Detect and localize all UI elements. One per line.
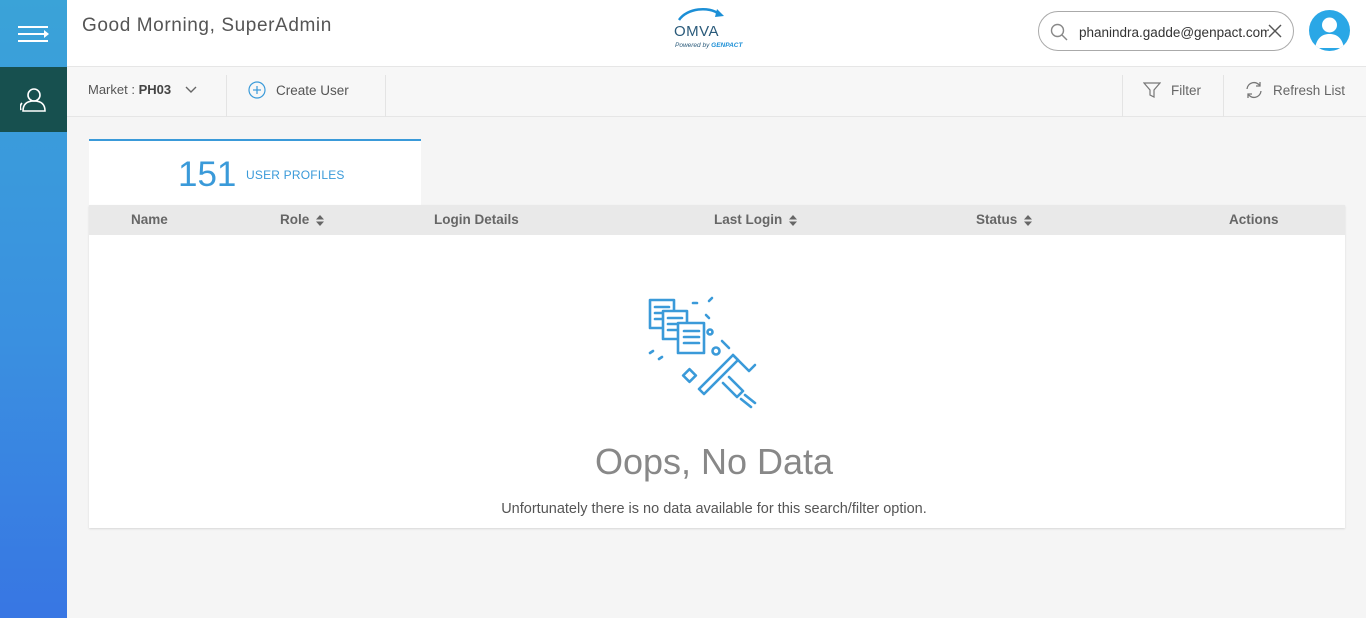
column-header-name: Name — [131, 212, 168, 227]
user-avatar-icon — [1315, 17, 1344, 48]
toolbar: Market : PH03 Create User Filter Refresh… — [67, 67, 1366, 117]
no-data-icon — [648, 296, 757, 409]
column-label: Actions — [1229, 212, 1279, 227]
column-header-actions: Actions — [1229, 212, 1279, 227]
logo-name: OMVA — [674, 23, 720, 40]
chevron-down-icon — [185, 86, 197, 93]
toolbar-divider — [226, 75, 227, 117]
logo-tagline-prefix: Powered by — [675, 42, 710, 49]
refresh-list-label: Refresh List — [1273, 82, 1346, 98]
sort-icon — [1024, 214, 1033, 226]
market-label: Market : — [88, 82, 139, 97]
greeting-text: Good Morning, SuperAdmin — [82, 15, 332, 36]
create-user-button[interactable]: Create User — [248, 79, 349, 101]
logo-tagline-brand: GENPACT — [711, 42, 743, 49]
column-header-last-login[interactable]: Last Login — [714, 212, 798, 227]
column-label: Login Details — [434, 212, 519, 227]
column-label: Status — [976, 212, 1018, 227]
refresh-list-button[interactable]: Refresh List — [1244, 79, 1345, 101]
column-header-status[interactable]: Status — [976, 212, 1033, 227]
search-box — [1038, 11, 1294, 51]
avatar[interactable] — [1309, 10, 1350, 51]
sort-icon — [316, 214, 325, 226]
column-header-role[interactable]: Role — [280, 212, 325, 227]
toolbar-divider — [1223, 75, 1224, 117]
sidebar-item-users[interactable] — [0, 67, 67, 132]
table-header: Name Role Login Details Last Login Statu… — [89, 205, 1345, 235]
close-icon[interactable] — [1268, 24, 1282, 38]
refresh-icon — [1246, 81, 1262, 99]
user-profiles-count: 151 — [178, 155, 237, 194]
search-icon — [1050, 23, 1068, 41]
users-icon — [19, 87, 46, 112]
omva-logo: OMVA Powered by GENPACT — [674, 6, 764, 56]
create-user-label: Create User — [276, 82, 349, 98]
column-header-login-details: Login Details — [434, 212, 519, 227]
search-input[interactable] — [1079, 22, 1269, 42]
empty-state-description: Unfortunately there is no data available… — [501, 501, 927, 517]
empty-state-title: Oops, No Data — [594, 441, 834, 482]
column-label: Name — [131, 212, 168, 227]
column-label: Role — [280, 212, 310, 227]
logo-tagline: Powered by GENPACT — [675, 42, 742, 49]
sidebar — [0, 0, 67, 618]
user-table: Name Role Login Details Last Login Statu… — [89, 205, 1345, 528]
menu-toggle-button[interactable] — [0, 0, 67, 67]
filter-label: Filter — [1171, 82, 1201, 98]
market-value: PH03 — [138, 82, 172, 97]
plus-circle-icon — [248, 81, 266, 99]
filter-icon — [1143, 82, 1161, 98]
toolbar-divider — [1122, 75, 1123, 117]
column-label: Last Login — [714, 212, 783, 227]
hamburger-icon — [17, 25, 49, 42]
toolbar-divider — [385, 75, 386, 117]
market-dropdown[interactable]: Market : PH03 — [88, 82, 197, 97]
tab-user-profiles[interactable]: 151 USER PROFILES — [89, 139, 421, 206]
top-header: Good Morning, SuperAdmin OMVA Powered by… — [67, 0, 1366, 67]
logo-arc-icon — [677, 7, 724, 21]
filter-button[interactable]: Filter — [1143, 79, 1201, 101]
user-profiles-label: USER PROFILES — [246, 168, 345, 182]
sort-icon — [789, 214, 798, 226]
